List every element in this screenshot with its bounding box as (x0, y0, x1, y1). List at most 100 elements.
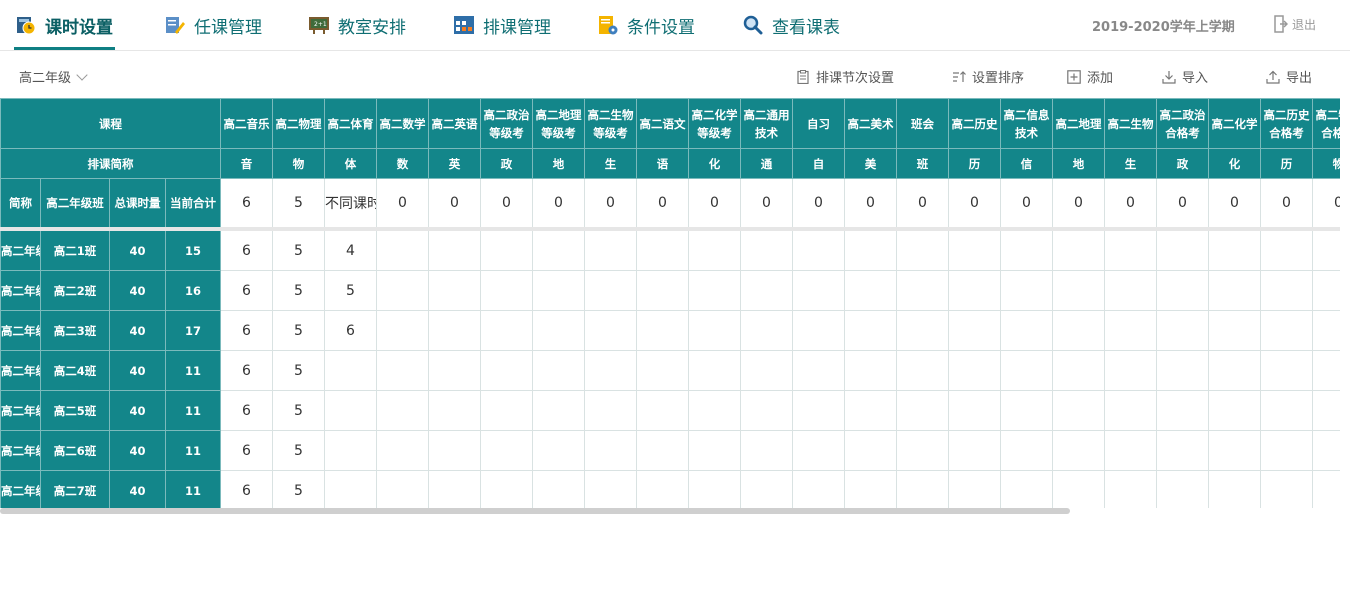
hours-input-cell[interactable] (1104, 270, 1157, 311)
set-order-button[interactable]: 设置排序 (952, 67, 1024, 86)
course-hours-cell[interactable]: 0 (948, 178, 1001, 231)
course-name-cell[interactable]: 自习 (792, 98, 845, 149)
hours-input-cell[interactable] (740, 228, 793, 271)
hours-input-cell[interactable]: 6 (324, 310, 377, 351)
hours-input-cell[interactable] (1260, 270, 1313, 311)
course-hours-cell[interactable]: 6 (220, 178, 273, 231)
hours-input-cell[interactable] (480, 228, 533, 271)
hours-input-cell[interactable] (688, 430, 741, 471)
hours-input-cell[interactable] (324, 470, 377, 508)
hours-input-cell[interactable] (1000, 310, 1053, 351)
hours-input-cell[interactable] (740, 270, 793, 311)
hours-input-cell[interactable] (1260, 350, 1313, 391)
course-name-cell[interactable]: 高二英语 (428, 98, 481, 149)
hours-input-cell[interactable] (480, 390, 533, 431)
hours-input-cell[interactable] (1000, 228, 1053, 271)
hours-input-cell[interactable] (1312, 430, 1340, 471)
hours-input-cell[interactable] (428, 310, 481, 351)
course-hours-cell[interactable]: 0 (1260, 178, 1313, 231)
hours-input-cell[interactable] (376, 430, 429, 471)
course-name-cell[interactable]: 高二历史 (948, 98, 1001, 149)
hours-input-cell[interactable] (1208, 228, 1261, 271)
nav-tab-classroom[interactable]: 2+1 教室安排 (309, 0, 406, 50)
hours-input-cell[interactable] (844, 350, 897, 391)
hours-input-cell[interactable] (792, 270, 845, 311)
hours-input-cell[interactable] (1000, 470, 1053, 508)
hours-input-cell[interactable] (376, 350, 429, 391)
hours-input-cell[interactable] (1208, 270, 1261, 311)
hours-input-cell[interactable] (324, 430, 377, 471)
hours-input-cell[interactable] (532, 270, 585, 311)
hours-input-cell[interactable] (1312, 228, 1340, 271)
hours-input-cell[interactable] (376, 390, 429, 431)
course-name-cell[interactable]: 高二政治等级考 (480, 98, 533, 149)
nav-tab-teaching-assignment[interactable]: 任课管理 (165, 0, 262, 50)
hours-input-cell[interactable] (584, 430, 637, 471)
hours-input-cell[interactable]: 6 (220, 228, 273, 271)
hours-input-cell[interactable] (428, 350, 481, 391)
hours-input-cell[interactable] (1000, 390, 1053, 431)
hours-input-cell[interactable] (480, 470, 533, 508)
hours-input-cell[interactable] (740, 470, 793, 508)
hours-input-cell[interactable] (844, 390, 897, 431)
hours-input-cell[interactable]: 5 (272, 228, 325, 271)
hours-input-cell[interactable] (532, 390, 585, 431)
hours-input-cell[interactable] (740, 350, 793, 391)
hours-input-cell[interactable] (1312, 350, 1340, 391)
hours-input-cell[interactable]: 6 (220, 390, 273, 431)
hours-input-cell[interactable]: 5 (272, 390, 325, 431)
course-hours-cell[interactable]: 0 (1208, 178, 1261, 231)
course-name-cell[interactable]: 高二化学 (1208, 98, 1261, 149)
hours-input-cell[interactable]: 6 (220, 310, 273, 351)
logout-button[interactable]: 退出 (1274, 15, 1316, 33)
hours-input-cell[interactable] (948, 390, 1001, 431)
hours-input-cell[interactable] (428, 228, 481, 271)
hours-input-cell[interactable]: 5 (324, 270, 377, 311)
hours-input-cell[interactable] (948, 470, 1001, 508)
hours-input-cell[interactable] (1260, 470, 1313, 508)
hours-input-cell[interactable] (1312, 470, 1340, 508)
hours-input-cell[interactable] (896, 390, 949, 431)
hours-input-cell[interactable] (324, 390, 377, 431)
course-hours-cell[interactable]: 0 (1000, 178, 1053, 231)
course-name-cell[interactable]: 高二化学等级考 (688, 98, 741, 149)
hours-input-cell[interactable] (844, 310, 897, 351)
hours-input-cell[interactable] (896, 270, 949, 311)
course-name-cell[interactable]: 高二地理 (1052, 98, 1105, 149)
hours-input-cell[interactable] (428, 470, 481, 508)
hours-input-cell[interactable] (1052, 390, 1105, 431)
hours-input-cell[interactable] (1156, 470, 1209, 508)
hours-input-cell[interactable] (1156, 430, 1209, 471)
hours-input-cell[interactable]: 5 (272, 270, 325, 311)
hours-input-cell[interactable] (584, 310, 637, 351)
hours-input-cell[interactable] (584, 228, 637, 271)
hours-input-cell[interactable] (688, 228, 741, 271)
hours-input-cell[interactable] (1208, 350, 1261, 391)
hours-input-cell[interactable] (532, 430, 585, 471)
hours-input-cell[interactable] (1208, 430, 1261, 471)
course-hours-cell[interactable]: 0 (376, 178, 429, 231)
nav-tab-view-timetable[interactable]: 查看课表 (743, 0, 840, 50)
hours-input-cell[interactable] (1052, 470, 1105, 508)
hours-input-cell[interactable] (1104, 350, 1157, 391)
hours-input-cell[interactable] (1312, 310, 1340, 351)
course-hours-cell[interactable]: 0 (428, 178, 481, 231)
hours-input-cell[interactable] (792, 228, 845, 271)
horizontal-scrollbar[interactable] (0, 508, 1070, 514)
hours-input-cell[interactable] (844, 430, 897, 471)
course-name-cell[interactable]: 高二地理等级考 (532, 98, 585, 149)
course-hours-cell[interactable]: 0 (688, 178, 741, 231)
hours-input-cell[interactable] (1208, 390, 1261, 431)
hours-input-cell[interactable] (480, 430, 533, 471)
course-hours-cell[interactable]: 0 (636, 178, 689, 231)
hours-input-cell[interactable] (636, 310, 689, 351)
course-name-cell[interactable]: 高二体育 (324, 98, 377, 149)
hours-input-cell[interactable] (480, 270, 533, 311)
hours-input-cell[interactable] (1208, 310, 1261, 351)
hours-input-cell[interactable] (1104, 228, 1157, 271)
hours-input-cell[interactable]: 6 (220, 470, 273, 508)
course-name-cell[interactable]: 高二音乐 (220, 98, 273, 149)
hours-input-cell[interactable] (636, 390, 689, 431)
hours-input-cell[interactable] (844, 270, 897, 311)
hours-input-cell[interactable] (1312, 270, 1340, 311)
